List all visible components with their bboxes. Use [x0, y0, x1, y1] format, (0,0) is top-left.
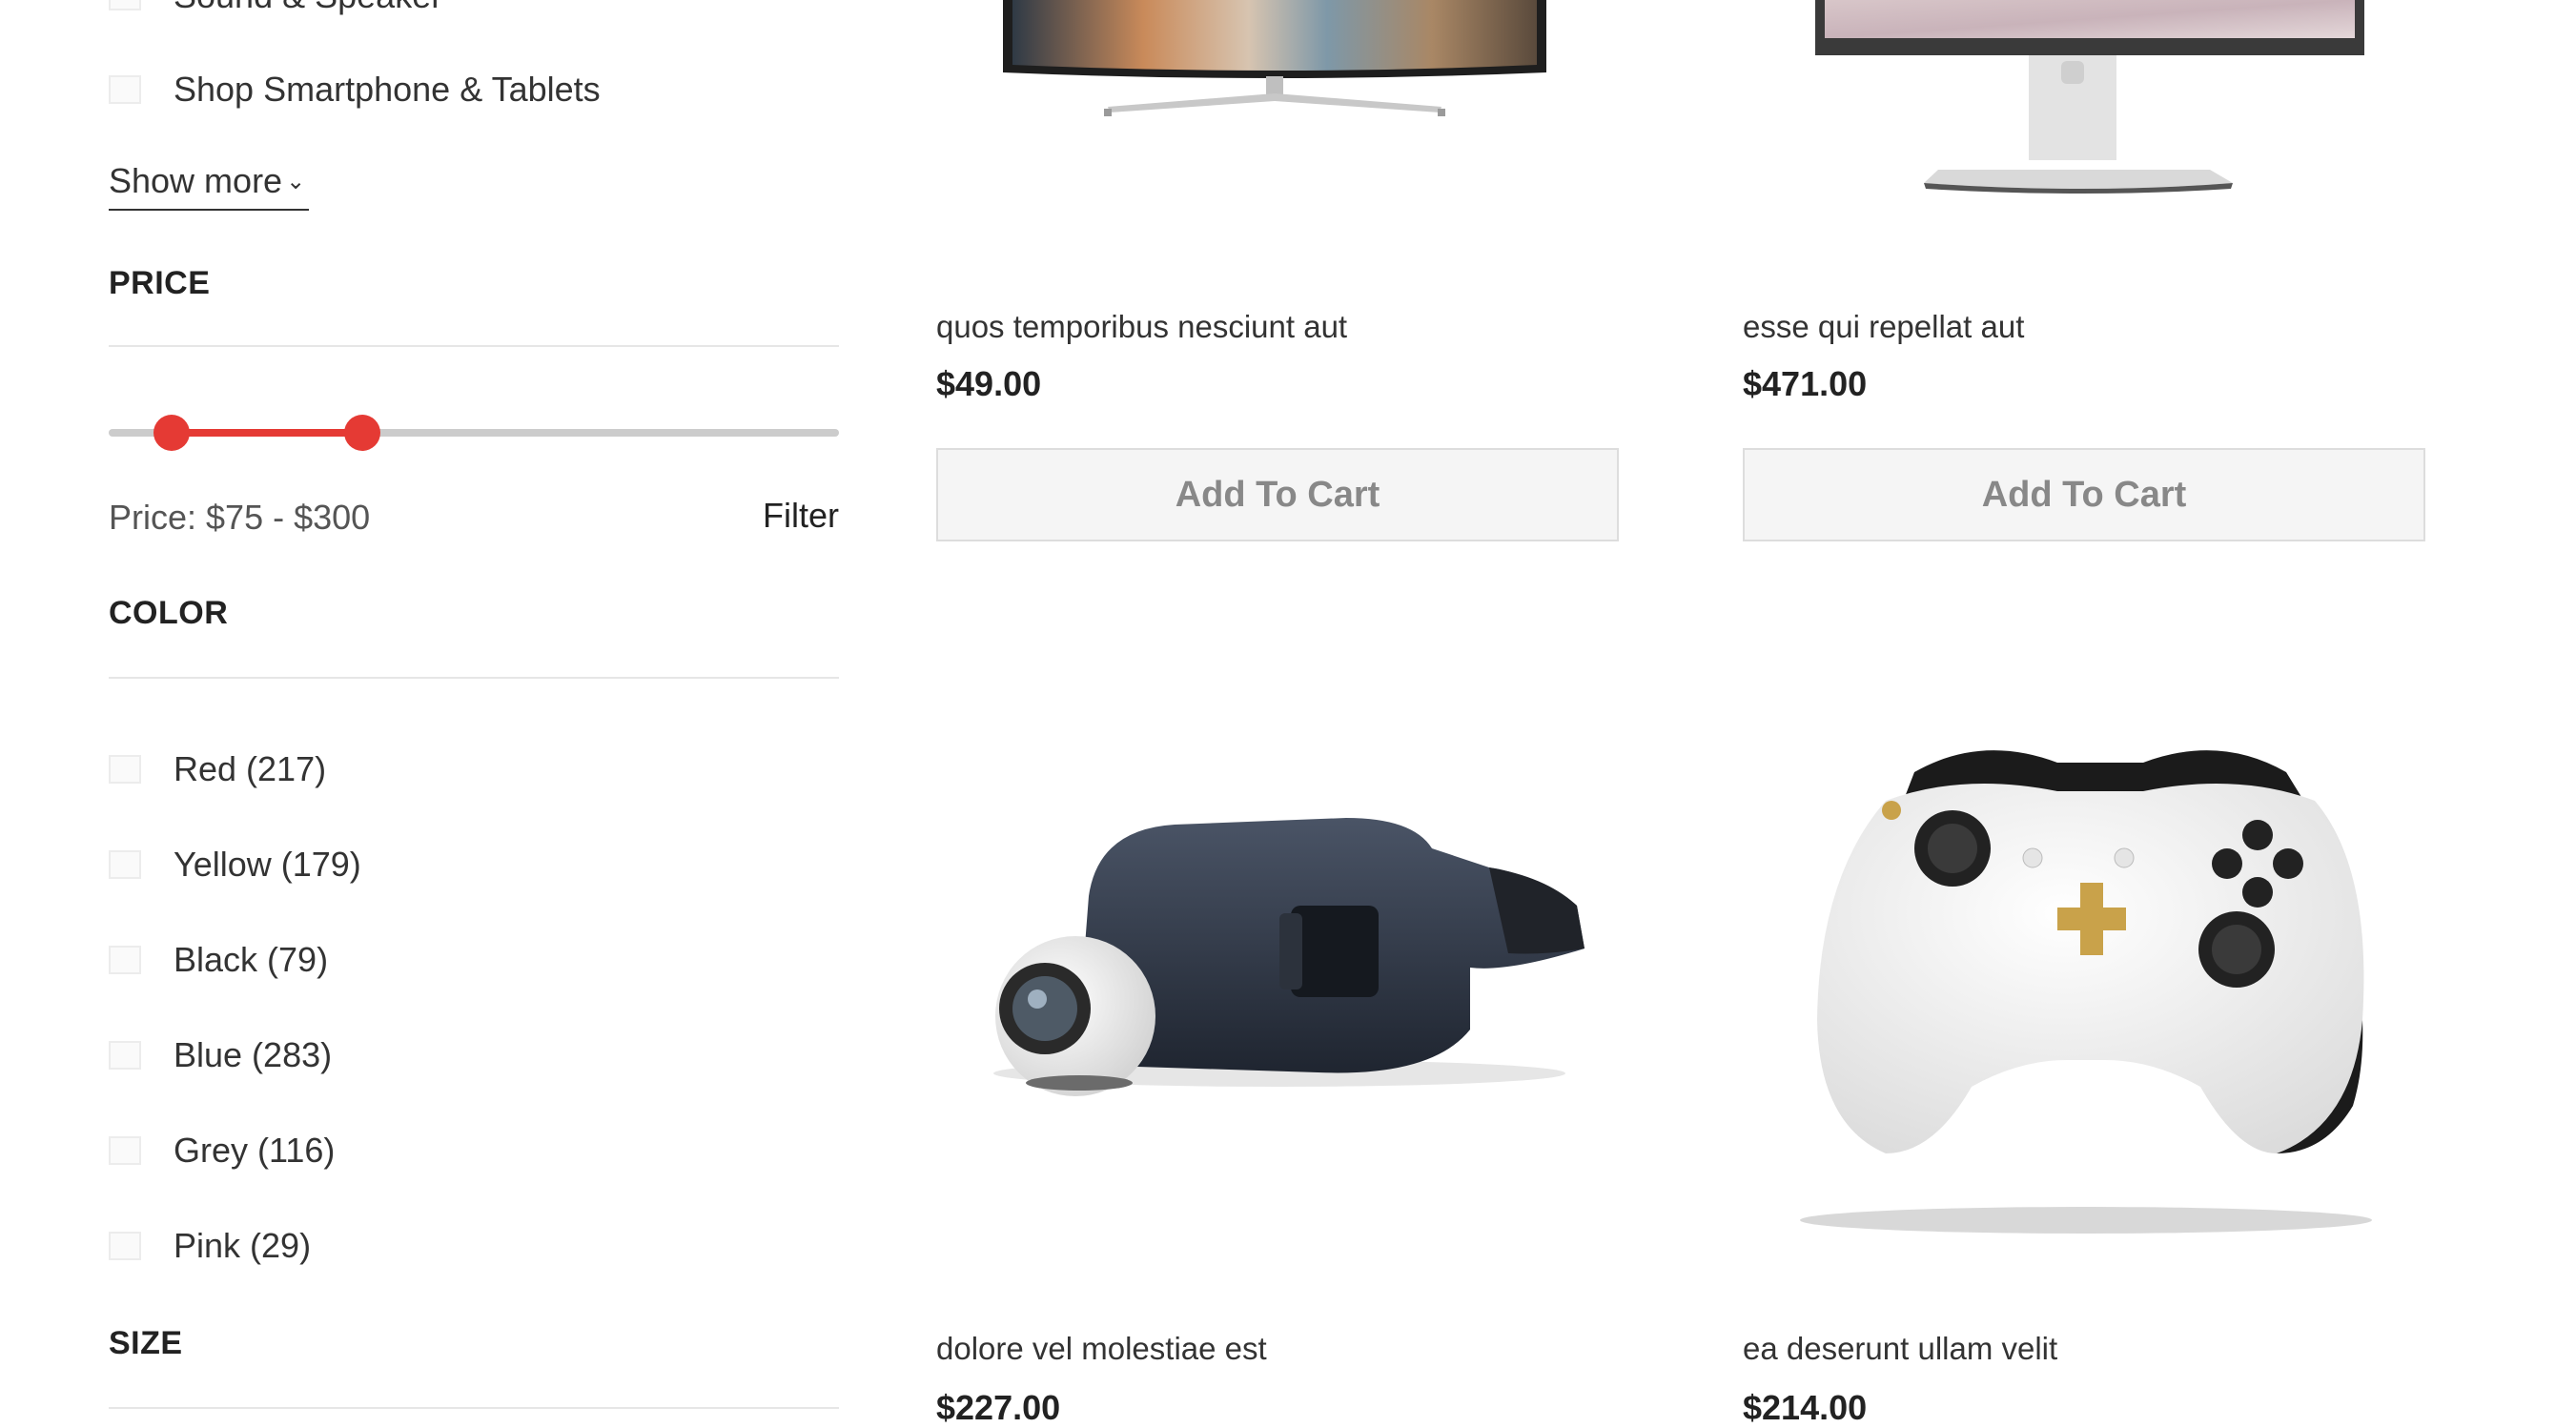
color-checkbox[interactable]	[109, 1041, 141, 1070]
divider	[109, 1407, 839, 1409]
color-checkbox[interactable]	[109, 1232, 141, 1260]
color-checkbox[interactable]	[109, 946, 141, 974]
product-card: dolore vel molestiae est $227.00	[936, 705, 1619, 1427]
vr-headset-camera-image[interactable]	[936, 705, 1619, 1144]
product-price: $227.00	[936, 1388, 1061, 1427]
show-more-link[interactable]: Show more ⌄	[109, 158, 310, 211]
color-checkbox[interactable]	[109, 850, 141, 879]
price-slider-max-handle[interactable]	[343, 415, 380, 451]
color-section-title: COLOR	[109, 595, 229, 631]
product-title[interactable]: ea deserunt ullam velit	[1743, 1331, 2057, 1367]
color-item-pink[interactable]: Pink (29)	[109, 1217, 311, 1275]
size-section-title: SIZE	[109, 1325, 183, 1361]
color-label: Blue (283)	[174, 1035, 333, 1074]
curved-tv-image[interactable]	[936, 0, 1619, 124]
color-checkbox[interactable]	[109, 1136, 141, 1165]
category-item-sound-speaker[interactable]: Sound & Speaker	[109, 0, 442, 25]
product-card: ea deserunt ullam velit $214.00	[1743, 705, 2425, 1427]
category-checkbox[interactable]	[109, 0, 141, 10]
color-label: Red (217)	[174, 749, 327, 788]
product-title[interactable]: dolore vel molestiae est	[936, 1331, 1267, 1367]
color-item-black[interactable]: Black (79)	[109, 931, 328, 989]
price-slider-range	[172, 429, 362, 437]
product-title[interactable]: esse qui repellat aut	[1743, 309, 2024, 345]
color-label: Black (79)	[174, 940, 329, 979]
game-controller-image[interactable]	[1743, 705, 2425, 1239]
color-label: Grey (116)	[174, 1131, 336, 1170]
product-price: $471.00	[1743, 364, 1868, 403]
color-item-yellow[interactable]: Yellow (179)	[109, 836, 361, 893]
color-label: Yellow (179)	[174, 845, 361, 884]
color-checkbox[interactable]	[109, 755, 141, 784]
category-checkbox[interactable]	[109, 75, 141, 104]
category-label: Shop Smartphone & Tablets	[174, 70, 601, 109]
chevron-down-icon: ⌄	[286, 169, 306, 194]
product-title[interactable]: quos temporibus nesciunt aut	[936, 309, 1347, 345]
filter-sidebar: Sound & Speaker Shop Smartphone & Tablet…	[109, 0, 839, 1415]
monitor-image[interactable]	[1743, 0, 2425, 200]
color-item-grey[interactable]: Grey (116)	[109, 1122, 335, 1179]
divider	[109, 345, 839, 347]
product-price: $214.00	[1743, 1388, 1868, 1427]
product-card: quos temporibus nesciunt aut $49.00 Add …	[936, 0, 1619, 553]
add-to-cart-button[interactable]: Add To Cart	[936, 448, 1619, 541]
product-price: $49.00	[936, 364, 1042, 403]
color-item-blue[interactable]: Blue (283)	[109, 1027, 332, 1084]
product-card: esse qui repellat aut $471.00 Add To Car…	[1743, 0, 2425, 553]
category-item-smartphone-tablets[interactable]: Shop Smartphone & Tablets	[109, 61, 601, 118]
color-item-red[interactable]: Red (217)	[109, 741, 326, 798]
filter-button[interactable]: Filter	[763, 496, 839, 536]
price-slider-min-handle[interactable]	[153, 415, 191, 451]
divider	[109, 677, 839, 679]
show-more-label: Show more	[109, 161, 283, 200]
category-label: Sound & Speaker	[174, 0, 442, 16]
price-range-label: Price: $75 - $300	[109, 498, 371, 537]
price-section-title: PRICE	[109, 265, 211, 301]
color-label: Pink (29)	[174, 1226, 312, 1265]
add-to-cart-button[interactable]: Add To Cart	[1743, 448, 2425, 541]
